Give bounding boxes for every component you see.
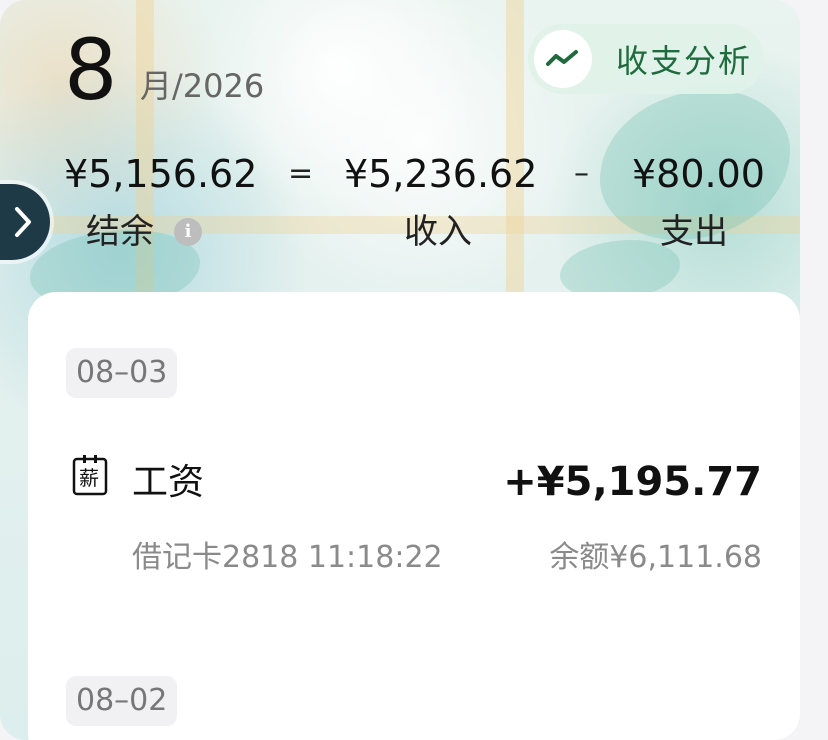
income-amount: ¥5,236.62 — [344, 152, 538, 196]
month-year-label[interactable]: 月/2026 — [140, 66, 264, 106]
salary-icon-glyph: 薪 — [79, 466, 99, 490]
transaction-list: 08–03 薪 工资 +¥5,195.77 借记卡2818 11:18:22 余… — [28, 292, 800, 740]
month-number[interactable]: 8 — [64, 22, 117, 118]
equals-sign: = — [288, 156, 314, 191]
month-summary-card: 8 月/2026 收支分析 ¥5,156.62 = ¥5,236.62 – ¥8… — [0, 0, 800, 740]
screen: 8 月/2026 收支分析 ¥5,156.62 = ¥5,236.62 – ¥8… — [0, 0, 828, 740]
balance-label: 结余 — [86, 212, 154, 252]
analysis-button[interactable]: 收支分析 — [528, 24, 764, 94]
analysis-button-label: 收支分析 — [616, 42, 753, 80]
date-header: 08–02 — [66, 676, 178, 726]
chevron-right-icon — [15, 207, 31, 237]
date-header: 08–03 — [66, 348, 178, 398]
expense-label: 支出 — [660, 212, 728, 252]
balance-amount: ¥5,156.62 — [64, 152, 258, 196]
transaction-amount: +¥5,195.77 — [503, 459, 762, 505]
expense-amount: ¥80.00 — [632, 152, 765, 196]
info-icon[interactable]: i — [174, 218, 202, 246]
trend-line-icon — [534, 30, 592, 88]
transaction-title: 工资 — [132, 462, 205, 503]
income-label: 收入 — [404, 212, 472, 252]
salary-icon: 薪 — [72, 454, 108, 496]
minus-sign: – — [574, 156, 589, 191]
summary-equation: ¥5,156.62 = ¥5,236.62 – ¥80.00 — [0, 150, 800, 198]
transaction-account-time: 借记卡2818 11:18:22 — [132, 540, 443, 575]
transaction-balance: 余额¥6,111.68 — [549, 540, 762, 575]
